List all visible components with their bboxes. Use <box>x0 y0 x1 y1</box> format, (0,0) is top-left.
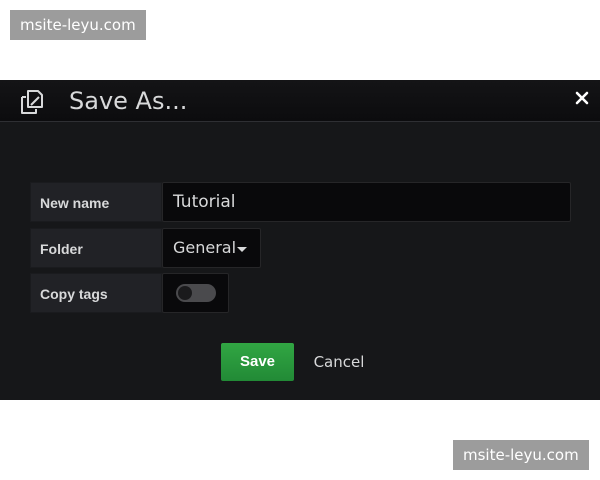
save-as-dialog: Save As... New name Tutorial Folder Gene… <box>0 80 600 400</box>
save-button[interactable]: Save <box>221 343 294 381</box>
new-name-input[interactable]: Tutorial <box>162 182 571 222</box>
copy-tags-label: Copy tags <box>30 273 162 313</box>
cancel-button[interactable]: Cancel <box>305 343 373 381</box>
copy-tags-toggle[interactable] <box>162 273 229 313</box>
copy-icon <box>21 90 43 114</box>
folder-select-value: General <box>173 238 237 257</box>
new-name-label: New name <box>30 182 162 222</box>
toggle-track <box>176 284 216 302</box>
dialog-title: Save As... <box>69 87 188 115</box>
close-icon[interactable] <box>574 90 590 106</box>
folder-select[interactable]: General <box>162 228 261 268</box>
watermark-top: msite-leyu.com <box>10 10 146 40</box>
caret-down-icon <box>237 247 247 252</box>
dialog-header: Save As... <box>0 80 600 122</box>
watermark-bottom: msite-leyu.com <box>453 440 589 470</box>
folder-label: Folder <box>30 228 162 268</box>
toggle-knob <box>178 286 192 300</box>
